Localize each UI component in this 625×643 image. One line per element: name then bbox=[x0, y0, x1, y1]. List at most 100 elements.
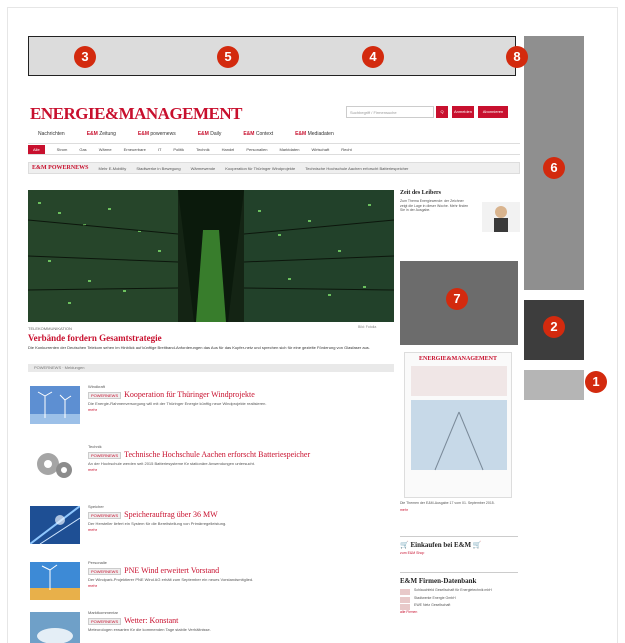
database-title[interactable]: E&M Firmen-Datenbank bbox=[400, 577, 518, 585]
article-more-link[interactable]: mehr bbox=[88, 467, 393, 472]
article-more-link[interactable]: mehr bbox=[88, 407, 393, 412]
powernews-ticker: E&M POWERNEWS Mehr E-Mobility Stadtwerke… bbox=[28, 162, 520, 174]
shop-title[interactable]: 🛒 Einkaufen bei E&M 🛒 bbox=[400, 541, 518, 549]
article-kicker: Windkraft bbox=[88, 384, 105, 389]
article-teaser: Die Energie-Rahmenversorgung will mit de… bbox=[88, 401, 267, 406]
nav-item-context[interactable]: E&M Context bbox=[243, 128, 273, 140]
ad-badge-2: 2 bbox=[543, 316, 565, 338]
login-button[interactable]: Anmelden bbox=[452, 106, 474, 118]
ad-badge-3: 3 bbox=[74, 46, 96, 68]
ad-slot-leaderboard[interactable] bbox=[28, 36, 516, 76]
article-kicker: Personalie bbox=[88, 560, 107, 565]
ticker-item[interactable]: Technische Hochschule Aachen erforscht B… bbox=[305, 166, 408, 171]
article-teaser: An der Hochschule werden seit 2015 Batte… bbox=[88, 461, 255, 466]
ad-badge-7: 7 bbox=[446, 288, 468, 310]
shop-link[interactable]: zum E&M Shop bbox=[400, 551, 518, 555]
database-row[interactable]: Schlauchfeld Gesellschaft für Energietec… bbox=[400, 588, 518, 595]
tab-waerme[interactable]: Wärme bbox=[99, 147, 112, 152]
search-button[interactable]: Q bbox=[436, 106, 448, 118]
abo-button[interactable]: Abonnieren bbox=[478, 106, 508, 118]
shop-box: 🛒 Einkaufen bei E&M 🛒 zum E&M Shop bbox=[400, 536, 518, 555]
hero-kicker: Telekommunikation bbox=[28, 326, 72, 331]
tab-handel[interactable]: Handel bbox=[222, 147, 235, 152]
sidebar-cartoon: Zeit des Leibers Zum Thema Energiewende:… bbox=[400, 190, 520, 232]
nav-item-nachrichten[interactable]: Nachrichten bbox=[38, 128, 65, 140]
tab-erneuerbare[interactable]: Erneuerbare bbox=[124, 147, 146, 152]
database-row[interactable]: EWE Netz Gesellschaft bbox=[400, 603, 518, 610]
tab-politik[interactable]: Politik bbox=[173, 147, 184, 152]
cartoon-image[interactable] bbox=[482, 202, 520, 232]
tab-it[interactable]: IT bbox=[158, 147, 162, 152]
ad-badge-6: 6 bbox=[543, 157, 565, 179]
nav-item-daily[interactable]: E&M Daily bbox=[198, 128, 222, 140]
list-item[interactable]: Speicher POWERNEWS Speicherauftrag über 3… bbox=[28, 504, 394, 552]
article-kicker: Technik bbox=[88, 444, 102, 449]
magazine-cover[interactable]: ENERGIE&MANAGEMENT bbox=[404, 352, 512, 498]
cartoon-text: Zum Thema Energiewende: der Zeichner zei… bbox=[400, 199, 469, 212]
site-logo[interactable]: ENERGIE&MANAGEMENT bbox=[30, 104, 243, 124]
tab-marktdaten[interactable]: Marktdaten bbox=[279, 147, 299, 152]
cart-icon: 🛒 bbox=[400, 541, 409, 549]
database-more-link[interactable]: alle Firmen bbox=[400, 610, 518, 614]
hero-credit: Bild: Fotolia bbox=[358, 325, 377, 329]
article-title[interactable]: POWERNEWS Speicherauftrag über 36 MW bbox=[88, 510, 393, 519]
wind-turbine-thumbnail bbox=[30, 386, 80, 424]
cart-icon: 🛒 bbox=[472, 541, 482, 549]
website-preview: ENERGIE&MANAGEMENT Suchbegriff / Firmens… bbox=[28, 96, 520, 643]
gears-thumbnail bbox=[30, 446, 80, 484]
ad-badge-8: 8 bbox=[506, 46, 528, 68]
ticker-item[interactable]: Mehr E-Mobility bbox=[99, 166, 127, 171]
ad-badge-4: 4 bbox=[362, 46, 384, 68]
hero-teaser: Die Konkurrenten der Deutschen Telekom s… bbox=[28, 345, 370, 350]
tab-gas[interactable]: Gas bbox=[79, 147, 86, 152]
ad-badge-1: 1 bbox=[585, 371, 607, 393]
article-more-link[interactable]: mehr bbox=[88, 527, 393, 532]
article-teaser: Der Hersteller liefert ein System für di… bbox=[88, 521, 227, 526]
ticker-item[interactable]: Wärmewende bbox=[191, 166, 216, 171]
tab-strom[interactable]: Strom bbox=[57, 147, 68, 152]
ad-slot-small[interactable] bbox=[524, 370, 584, 400]
wind-park-thumbnail bbox=[30, 562, 80, 600]
energy-thumbnail bbox=[30, 506, 80, 544]
hero-caption: Telekommunikation Verbände fordern Gesam… bbox=[28, 326, 394, 350]
hero-image-server-room[interactable] bbox=[28, 190, 394, 322]
article-kicker: Marktkommentar bbox=[88, 610, 119, 615]
list-item[interactable]: Windkraft POWERNEWS Kooperation für Thüri… bbox=[28, 384, 394, 432]
tab-personalien[interactable]: Personalien bbox=[246, 147, 267, 152]
tab-wirtschaft[interactable]: Wirtschaft bbox=[311, 147, 329, 152]
ticker-brand: E&M POWERNEWS bbox=[32, 165, 89, 171]
article-kicker: Speicher bbox=[88, 504, 104, 509]
weather-thumbnail bbox=[30, 612, 80, 643]
tab-technik[interactable]: Technik bbox=[196, 147, 210, 152]
cartoon-title[interactable]: Zeit des Leibers bbox=[400, 190, 520, 196]
article-title[interactable]: POWERNEWS PNE Wind erweitert Vorstand bbox=[88, 566, 393, 575]
list-item[interactable]: Technik POWERNEWS Technische Hochschule A… bbox=[28, 444, 394, 492]
primary-nav: Nachrichten E&M Zeitung E&M powernews E&… bbox=[28, 128, 520, 140]
magazine-cover-art bbox=[411, 366, 507, 471]
article-title[interactable]: POWERNEWS Wetter: Konstant bbox=[88, 616, 393, 625]
tab-recht[interactable]: Recht bbox=[341, 147, 351, 152]
tab-alle[interactable]: Alle bbox=[28, 144, 45, 154]
company-database: E&M Firmen-Datenbank Schlauchfeld Gesell… bbox=[400, 572, 518, 614]
secondary-nav: Alle Strom Gas Wärme Erneuerbare IT Poli… bbox=[28, 143, 520, 155]
article-teaser: Meteorologen erwarten für die kommenden … bbox=[88, 627, 211, 632]
search-input[interactable]: Suchbegriff / Firmensuche bbox=[346, 106, 434, 118]
database-row[interactable]: Stadtwerke Energie GmbH bbox=[400, 596, 518, 602]
article-more-link[interactable]: mehr bbox=[88, 583, 393, 588]
article-teaser: Der Windpark-Projektierer PNE Wind AG er… bbox=[88, 577, 254, 582]
ticker-item[interactable]: Stadtwerke in Bewegung bbox=[136, 166, 180, 171]
nav-item-powernews[interactable]: E&M powernews bbox=[138, 128, 176, 140]
nav-item-mediadaten[interactable]: E&M Mediadaten bbox=[295, 128, 334, 140]
list-item[interactable]: Marktkommentar POWERNEWS Wetter: Konstant… bbox=[28, 610, 394, 643]
list-item[interactable]: Personalie POWERNEWS PNE Wind erweitert V… bbox=[28, 560, 394, 608]
hero-headline[interactable]: Verbände fordern Gesamtstrategie bbox=[28, 333, 394, 343]
nav-item-zeitung[interactable]: E&M Zeitung bbox=[87, 128, 116, 140]
magazine-more-link[interactable]: mehr bbox=[400, 508, 520, 513]
article-title[interactable]: POWERNEWS Kooperation für Thüringer Windp… bbox=[88, 390, 393, 399]
section-bar: POWERNEWS · Meldungen bbox=[28, 364, 394, 372]
article-title[interactable]: POWERNEWS Technische Hochschule Aachen er… bbox=[88, 450, 393, 459]
ticker-item[interactable]: Kooperation für Thüringer Windprojekte bbox=[225, 166, 295, 171]
server-room-illustration bbox=[28, 190, 394, 322]
magazine-caption: Die Themen der E&M-Ausgabe 17 vom 01. Se… bbox=[400, 501, 520, 512]
ad-badge-5: 5 bbox=[217, 46, 239, 68]
